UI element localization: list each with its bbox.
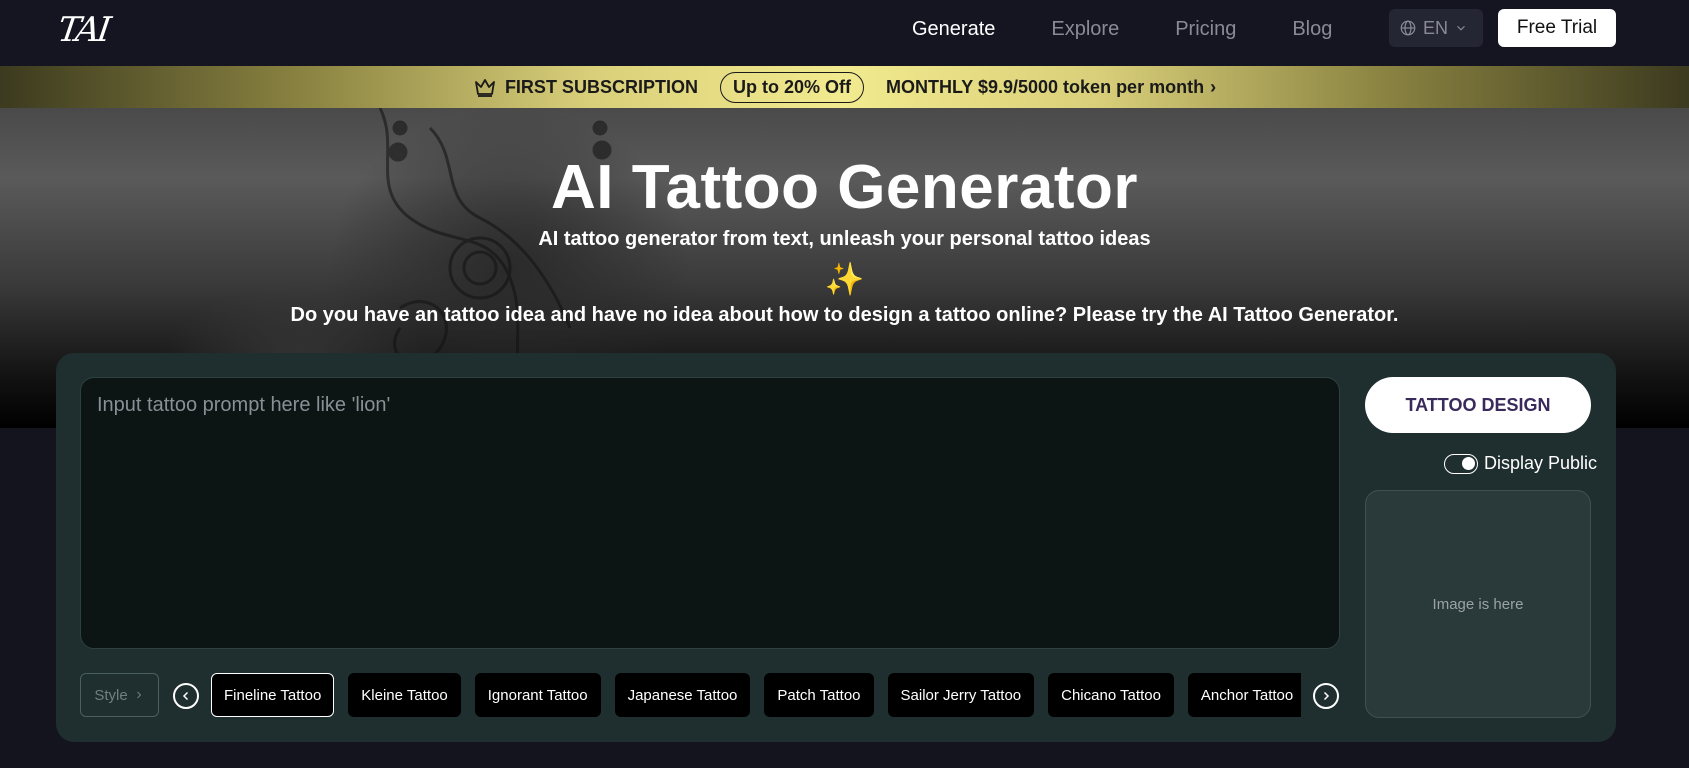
display-public-toggle[interactable]: Display Public [1444,453,1597,474]
style-label: Style [94,686,128,704]
promo-discount-badge: Up to 20% Off [719,71,864,103]
toggle-switch[interactable] [1444,453,1478,474]
crown-icon [475,79,495,97]
free-trial-button[interactable]: Free Trial [1498,9,1616,47]
hero-subtitle: AI tattoo generator from text, unleash y… [538,228,1151,250]
display-public-label: Display Public [1484,453,1598,473]
style-chip-sailor-jerry[interactable]: Sailor Jerry Tattoo [887,673,1035,717]
style-button[interactable]: Style [80,673,159,717]
language-label: EN [1423,17,1449,38]
style-chip-chicano[interactable]: Chicano Tattoo [1048,673,1174,717]
promo-first-subscription: FIRST SUBSCRIPTION [473,76,698,98]
style-selector: Style Fineline Tattoo Kleine Tattoo Igno… [80,673,1340,719]
scroll-right-button[interactable] [1313,683,1339,709]
nav-link-generate[interactable]: Generate [912,18,995,41]
nav-links: Generate Explore Pricing Blog [912,0,1332,58]
top-nav: TAI Generate Explore Pricing Blog EN Fre… [0,0,1689,66]
promo-offer-link[interactable]: MONTHLY $9.9/5000 token per month › [886,77,1216,98]
image-placeholder-text: Image is here [1432,595,1524,613]
hero-description: Do you have an tattoo idea and have no i… [290,304,1399,326]
style-chips: Fineline Tattoo Kleine Tattoo Ignorant T… [211,673,1301,719]
tattoo-design-button[interactable]: TATTOO DESIGN [1365,377,1591,433]
generator-card: TATTOO DESIGN Display Public Image is he… [56,353,1616,742]
style-chip-patch[interactable]: Patch Tattoo [764,673,874,717]
promo-first-label: FIRST SUBSCRIPTION [504,76,698,97]
language-selector[interactable]: EN [1389,9,1483,47]
sparkles-icon: ✨ [824,261,865,297]
promo-banner[interactable]: FIRST SUBSCRIPTION Up to 20% Off MONTHLY… [0,66,1689,108]
promo-offer-label: MONTHLY $9.9/5000 token per month [885,76,1205,97]
page-title: AI Tattoo Generator [550,153,1139,222]
prompt-input[interactable] [80,377,1340,649]
chevron-down-icon [1457,25,1465,31]
logo[interactable]: TAI [55,10,110,50]
style-chip-japanese[interactable]: Japanese Tattoo [614,673,751,717]
chevron-right-icon [136,691,141,699]
globe-icon [1400,20,1416,36]
style-chip-anchor[interactable]: Anchor Tattoo [1187,673,1301,717]
style-chip-ignorant[interactable]: Ignorant Tattoo [474,673,601,717]
style-chip-fineline[interactable]: Fineline Tattoo [211,673,335,717]
style-chip-kleine[interactable]: Kleine Tattoo [348,673,461,717]
chevron-right-icon [1323,691,1330,701]
chevron-right-icon: › [1210,76,1217,97]
nav-link-explore[interactable]: Explore [1051,18,1119,41]
toggle-knob [1462,456,1475,470]
nav-link-blog[interactable]: Blog [1292,18,1332,41]
nav-link-pricing[interactable]: Pricing [1175,18,1236,41]
image-preview: Image is here [1365,490,1591,718]
chevron-left-icon [182,691,189,701]
scroll-left-button[interactable] [173,683,199,709]
